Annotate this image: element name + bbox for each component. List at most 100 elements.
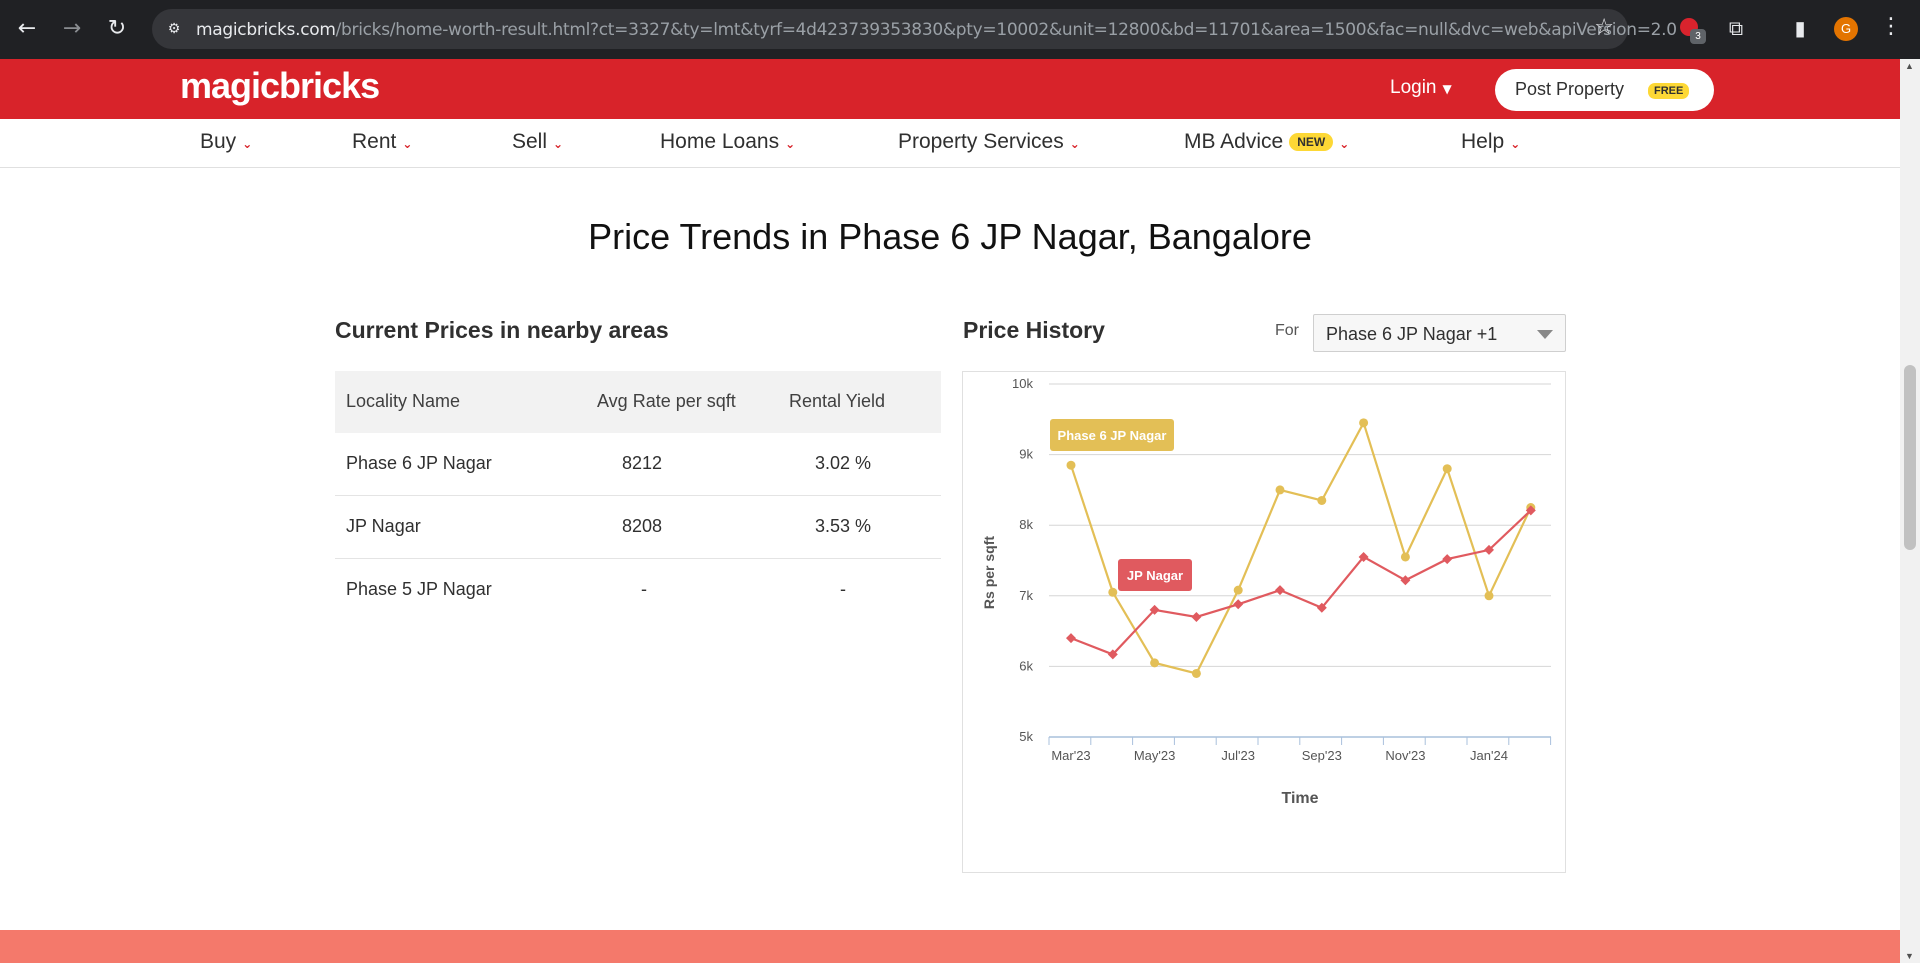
chevron-down-icon: ⌄ xyxy=(402,137,413,151)
y-tick-label: 7k xyxy=(1019,588,1033,603)
data-point xyxy=(1400,552,1410,562)
menu-item-sell[interactable]: Sell ⌄ xyxy=(512,130,563,154)
series-label: JP Nagar xyxy=(1127,568,1183,583)
scrollbar-thumb[interactable] xyxy=(1904,365,1916,550)
menu-item-mb-advice[interactable]: MB Advice NEW ⌄ xyxy=(1184,130,1349,154)
dropdown-arrow-icon xyxy=(1537,330,1553,339)
data-point xyxy=(1233,599,1244,610)
locality-cell: Phase 5 JP Nagar xyxy=(346,579,492,599)
chevron-down-icon: ⌄ xyxy=(1069,137,1080,151)
y-tick-label: 10k xyxy=(1012,376,1033,391)
x-tick-label: Jul'23 xyxy=(1221,748,1255,763)
back-icon[interactable]: ← xyxy=(12,14,42,44)
column-header: Locality Name xyxy=(346,391,461,411)
data-point xyxy=(1359,418,1369,428)
browser-toolbar: ← → ↻ ⚙ magicbricks.com/bricks/home-wort… xyxy=(0,0,1920,59)
post-property-label: Post Property xyxy=(1515,79,1625,99)
chevron-down-icon: ⌄ xyxy=(553,137,564,151)
extension-count: 3 xyxy=(1690,29,1706,44)
rate-cell: - xyxy=(641,579,647,599)
yield-cell: - xyxy=(840,579,846,599)
series-label: Phase 6 JP Nagar xyxy=(1058,428,1167,443)
y-axis-title: Rs per sqft xyxy=(981,536,997,609)
locality-cell: Phase 6 JP Nagar xyxy=(346,453,492,473)
url-path: /bricks/home-worth-result.html?ct=3327&t… xyxy=(335,20,1677,40)
site-logo[interactable]: magicbricks xyxy=(180,65,380,107)
data-point xyxy=(1191,668,1201,678)
chart-svg: 5k 6k 7k 8k 9k 10k Mar'23 May'23 Jul'23 Sep'23 Nov… xyxy=(981,376,1552,807)
reload-icon[interactable]: ↻ xyxy=(102,14,132,44)
page-scrollbar[interactable]: ▲ ▼ xyxy=(1900,59,1920,963)
page-title: Price Trends in Phase 6 JP Nagar, Bangal… xyxy=(588,216,1312,257)
url-text[interactable]: magicbricks.com/bricks/home-worth-result… xyxy=(196,20,1677,40)
url-host: magicbricks.com xyxy=(196,20,336,40)
menu-item-label: Rent xyxy=(352,130,397,153)
x-tick-label: Mar'23 xyxy=(1051,748,1090,763)
extensions-icon[interactable]: ⧉ xyxy=(1722,14,1750,42)
x-tick-label: Nov'23 xyxy=(1385,748,1425,763)
data-point xyxy=(1191,611,1202,622)
bookmark-star-icon[interactable]: ☆ xyxy=(1594,15,1614,40)
profile-avatar[interactable]: G xyxy=(1834,17,1858,41)
forward-icon[interactable]: → xyxy=(57,14,87,44)
data-point xyxy=(1066,460,1076,470)
free-badge: FREE xyxy=(1648,83,1690,99)
table-row: Phase 5 JP Nagar - - xyxy=(335,559,941,622)
menu-item-label: Home Loans xyxy=(660,130,780,153)
menu-icon[interactable]: ⋮ xyxy=(1880,14,1902,39)
chevron-down-icon: ▼ xyxy=(1442,82,1452,96)
y-tick-label: 6k xyxy=(1019,658,1033,673)
data-point xyxy=(1317,495,1327,505)
y-tick-label: 9k xyxy=(1019,447,1033,462)
y-tick-label: 5k xyxy=(1019,729,1033,744)
nearby-prices-table: Locality Name Avg Rate per sqft Rental Y… xyxy=(335,371,941,622)
yield-cell: 3.02 % xyxy=(815,453,872,473)
y-tick-label: 8k xyxy=(1019,517,1033,532)
locality-select[interactable]: Phase 6 JP Nagar +1 xyxy=(1313,314,1566,352)
price-history-heading: Price History xyxy=(963,317,1105,343)
side-panel-icon[interactable]: ▮ xyxy=(1786,14,1814,42)
menu-item-rent[interactable]: Rent ⌄ xyxy=(352,130,412,154)
menu-item-label: MB Advice xyxy=(1184,130,1284,153)
data-point xyxy=(1108,587,1118,597)
data-point xyxy=(1442,554,1453,565)
column-header: Rental Yield xyxy=(789,391,886,411)
yield-cell: 3.53 % xyxy=(815,516,872,536)
scroll-up-icon[interactable]: ▲ xyxy=(1905,61,1914,71)
rate-cell: 8208 xyxy=(622,516,663,536)
menu-item-buy[interactable]: Buy ⌄ xyxy=(200,130,252,154)
data-point xyxy=(1442,464,1452,474)
chevron-down-icon: ⌄ xyxy=(242,137,253,151)
x-tick-label: Jan'24 xyxy=(1470,748,1508,763)
site-settings-icon[interactable]: ⚙ xyxy=(164,19,184,39)
menu-item-label: Buy xyxy=(200,130,237,153)
address-bar[interactable]: ⚙ magicbricks.com/bricks/home-worth-resu… xyxy=(152,9,1677,49)
menu-item-label: Property Services xyxy=(898,130,1064,153)
login-label: Login xyxy=(1390,77,1437,98)
menu-item-help[interactable]: Help ⌄ xyxy=(1461,130,1520,154)
site-header: magicbricks Login ▼ Post Property FREE xyxy=(0,59,1900,119)
data-point xyxy=(1400,575,1411,586)
page-viewport: magicbricks Login ▼ Post Property FREE Bu… xyxy=(0,59,1900,963)
x-tick-label: May'23 xyxy=(1134,748,1176,763)
data-point xyxy=(1066,633,1076,644)
menu-item-property-services[interactable]: Property Services ⌄ xyxy=(898,130,1080,154)
price-history-chart: 5k 6k 7k 8k 9k 10k Mar'23 May'23 Jul'23 Sep'23 Nov… xyxy=(962,371,1566,873)
main-menu: Buy ⌄ Rent ⌄ Sell ⌄ Home Loans ⌄ Property Se… xyxy=(0,119,1900,168)
column-header: Avg Rate per sqft xyxy=(597,391,736,411)
footer-banner xyxy=(0,930,1900,963)
post-property-button[interactable]: Post Property FREE xyxy=(1495,69,1714,111)
data-point xyxy=(1275,485,1285,495)
series-line xyxy=(1069,420,1532,675)
login-button[interactable]: Login ▼ xyxy=(1390,77,1452,99)
table-row: Phase 6 JP Nagar 8212 3.02 % xyxy=(335,433,941,496)
new-badge: NEW xyxy=(1289,133,1334,152)
x-axis-title: Time xyxy=(1281,790,1318,807)
data-point xyxy=(1484,591,1494,601)
data-point xyxy=(1233,585,1243,595)
menu-item-home-loans[interactable]: Home Loans ⌄ xyxy=(660,130,795,154)
chevron-down-icon: ⌄ xyxy=(1510,137,1521,151)
menu-item-label: Help xyxy=(1461,130,1505,153)
extension-badge-icon[interactable]: 3 xyxy=(1676,14,1706,44)
scroll-down-icon[interactable]: ▼ xyxy=(1905,951,1914,961)
